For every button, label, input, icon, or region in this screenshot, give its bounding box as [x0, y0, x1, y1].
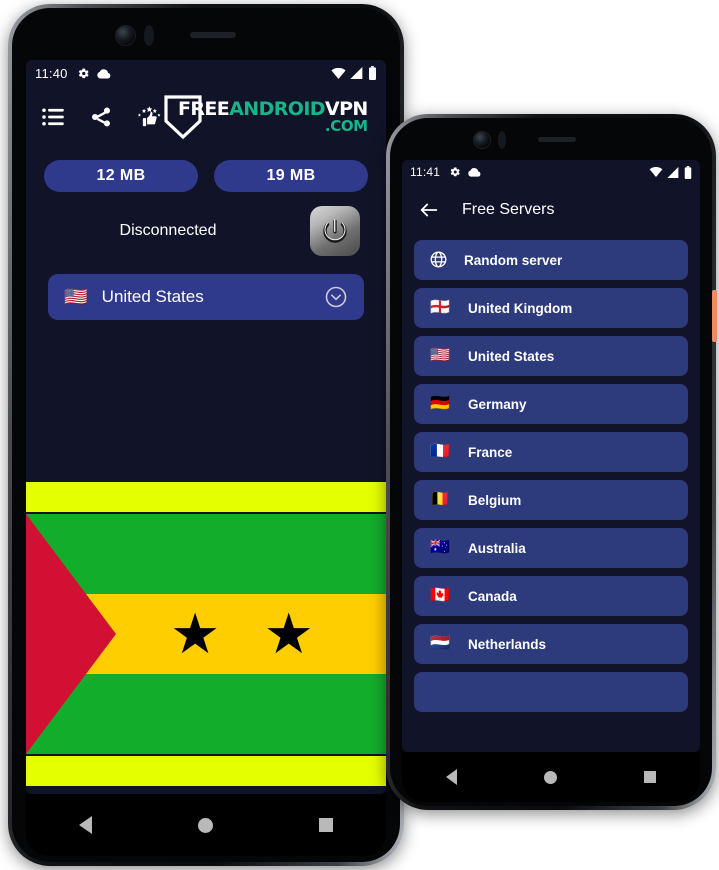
phone-device-primary: 11:40 FREEANDROIDVPN .COM 12 MB 19 MB Di…: [8, 4, 404, 866]
front-camera: [116, 26, 135, 45]
flag-icon-france: 🇫🇷: [430, 443, 450, 460]
status-bar-time: 11:40: [35, 65, 68, 81]
globe-icon: [428, 250, 448, 270]
proximity-sensor: [498, 131, 506, 149]
list-item[interactable]: Random server: [414, 240, 688, 280]
front-camera: [474, 132, 490, 148]
country-selector[interactable]: 🇺🇸 United States: [48, 274, 364, 320]
list-item[interactable]: 🇩🇪 Germany: [414, 384, 688, 424]
phone2-navigation-bar: [402, 752, 700, 802]
list-item[interactable]: 🇫🇷 France: [414, 432, 688, 472]
earpiece-speaker: [538, 137, 576, 142]
cloud-icon: [467, 167, 481, 177]
flag-icon-belgium: 🇧🇪: [430, 491, 450, 508]
wifi-icon: [649, 167, 663, 177]
home-nav-button[interactable]: [543, 770, 557, 784]
banner-top-band: [26, 480, 386, 514]
flag-star-left: ★: [170, 602, 221, 665]
wifi-icon: [331, 67, 346, 79]
phone1-status-bar: 11:40: [26, 60, 386, 86]
list-item-label: Belgium: [468, 492, 522, 508]
brand-text-android: ANDROID: [229, 98, 325, 120]
page-title: Free Servers: [462, 201, 555, 218]
brand-text-com: .COM: [324, 117, 368, 135]
battery-icon: [684, 165, 692, 179]
battery-icon: [368, 66, 377, 80]
list-item-label: United States: [468, 348, 555, 364]
list-item[interactable]: 🇨🇦 Canada: [414, 576, 688, 616]
list-item[interactable]: 🇧🇪 Belgium: [414, 480, 688, 520]
flag-icon-united-kingdom: 🏴󠁧󠁢󠁥󠁮󠁧󠁿: [430, 299, 450, 316]
flag-icon-united-states: 🇺🇸: [430, 347, 450, 364]
cloud-icon: [96, 68, 111, 79]
phone2-status-bar: 11:41: [402, 160, 700, 184]
settings-gear-icon: [449, 166, 461, 178]
settings-gear-icon: [77, 67, 90, 80]
earpiece-speaker: [190, 32, 236, 38]
list-item-label: Random server: [464, 252, 563, 268]
list-item-label: France: [468, 444, 513, 460]
phone1-screen: 11:40 FREEANDROIDVPN .COM 12 MB 19 MB Di…: [26, 60, 386, 794]
phone1-navigation-bar: [26, 794, 386, 856]
download-usage-pill[interactable]: 12 MB: [44, 160, 198, 192]
chevron-down-circle-icon[interactable]: [324, 285, 348, 309]
flag-icon-canada: 🇨🇦: [430, 587, 450, 604]
sao-tome-principe-flag: ★ ★: [26, 514, 386, 754]
flag-star-right: ★: [263, 602, 314, 665]
list-item-label: Netherlands: [468, 636, 547, 652]
vpn-app-home: 11:40 FREEANDROIDVPN .COM 12 MB 19 MB Di…: [26, 60, 386, 794]
upload-usage-pill[interactable]: 19 MB: [214, 160, 368, 192]
proximity-sensor: [144, 25, 154, 46]
list-item-label: Canada: [468, 588, 517, 604]
list-item[interactable]: 🇦🇺 Australia: [414, 528, 688, 568]
back-nav-button[interactable]: [79, 816, 92, 834]
back-nav-button[interactable]: [445, 769, 457, 785]
server-list[interactable]: Random server 🏴󠁧󠁢󠁥󠁮󠁧󠁿 United Kingdom 🇺🇸 …: [402, 236, 700, 752]
list-item-label: Germany: [468, 396, 527, 412]
phone2-screen: 11:41: [402, 160, 700, 752]
usage-pill-row: 12 MB 19 MB: [26, 148, 386, 192]
app-toolbar: FREEANDROIDVPN .COM: [26, 86, 386, 148]
flag-icon-netherlands: 🇳🇱: [430, 635, 450, 652]
connection-status-row: Disconnected: [26, 192, 386, 256]
recents-nav-button[interactable]: [319, 818, 333, 832]
list-item-partial[interactable]: [414, 672, 688, 712]
free-servers-app-bar: Free Servers: [402, 184, 700, 236]
country-flag-banner: ★ ★: [26, 480, 386, 794]
signal-icon: [667, 166, 680, 178]
brand-logo: FREEANDROIDVPN .COM: [162, 93, 374, 141]
list-item-label: United Kingdom: [468, 300, 573, 316]
recents-nav-button[interactable]: [644, 771, 657, 783]
list-item-label: Australia: [468, 540, 526, 556]
arrow-left-icon[interactable]: [418, 199, 440, 221]
list-menu-icon[interactable]: [40, 104, 66, 130]
phone-device-secondary: 11:41: [386, 114, 717, 810]
screenshot-stage: 11:40 FREEANDROIDVPN .COM 12 MB 19 MB Di…: [0, 0, 719, 870]
shield-icon: [162, 93, 204, 141]
home-nav-button[interactable]: [198, 817, 213, 833]
flag-icon-germany: 🇩🇪: [430, 395, 450, 412]
country-flag-icon: 🇺🇸: [64, 286, 88, 308]
connection-status-text: Disconnected: [119, 222, 217, 239]
banner-bottom-band: [26, 754, 386, 788]
share-icon[interactable]: [88, 104, 114, 130]
list-item[interactable]: 🇺🇸 United States: [414, 336, 688, 376]
flag-red-triangle: [26, 514, 116, 754]
rate-thumbs-up-icon[interactable]: [136, 104, 162, 130]
power-toggle-button[interactable]: [310, 206, 360, 256]
signal-icon: [350, 67, 364, 79]
list-item[interactable]: 🇳🇱 Netherlands: [414, 624, 688, 664]
flag-icon-australia: 🇦🇺: [430, 539, 450, 556]
power-side-button[interactable]: [712, 290, 717, 342]
free-servers-screen: 11:41: [402, 160, 700, 752]
selected-country-label: United States: [101, 287, 204, 306]
status-bar-time: 11:41: [410, 165, 441, 179]
list-item[interactable]: 🏴󠁧󠁢󠁥󠁮󠁧󠁿 United Kingdom: [414, 288, 688, 328]
